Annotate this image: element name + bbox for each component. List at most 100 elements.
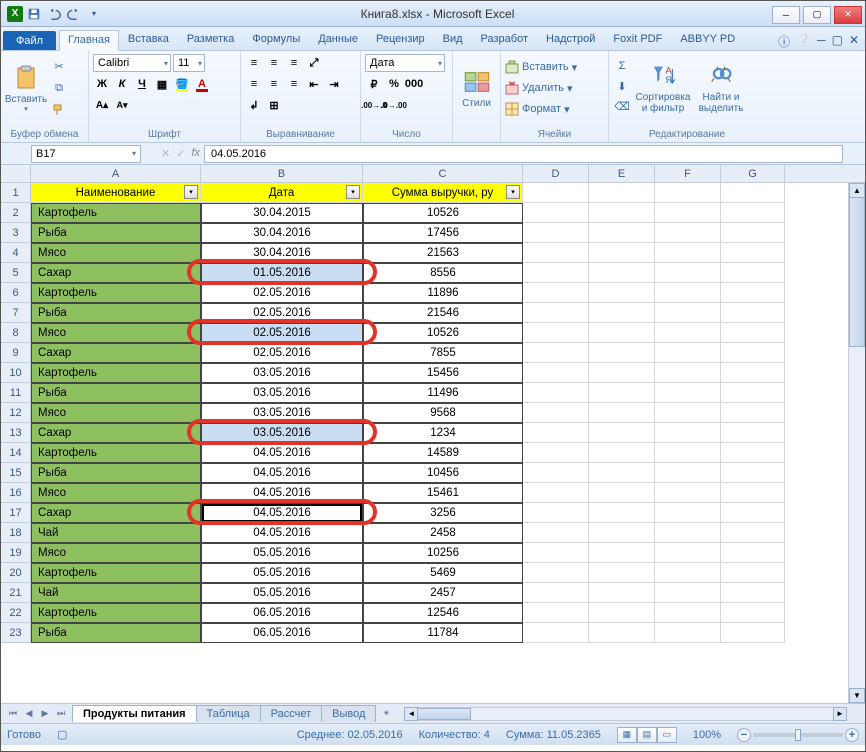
close-button[interactable]: ✕	[834, 6, 862, 24]
cell[interactable]: 05.05.2016	[201, 583, 363, 603]
cut-button[interactable]: ✂	[50, 57, 68, 75]
cell[interactable]: Мясо	[31, 323, 201, 343]
empty-cell[interactable]	[721, 183, 785, 203]
cell[interactable]: Рыба	[31, 623, 201, 643]
empty-cell[interactable]	[721, 383, 785, 403]
empty-cell[interactable]	[721, 343, 785, 363]
empty-cell[interactable]	[589, 443, 655, 463]
select-all-corner[interactable]	[1, 165, 31, 183]
increase-font-button[interactable]: A▴	[93, 96, 111, 114]
indent-inc-button[interactable]: ⇥	[325, 75, 343, 93]
fill-button[interactable]: ⬇	[613, 77, 631, 95]
tab-формулы[interactable]: Формулы	[243, 29, 309, 50]
empty-cell[interactable]	[589, 523, 655, 543]
cell[interactable]: Картофель	[31, 283, 201, 303]
font-name-combo[interactable]: Calibri	[93, 54, 171, 72]
styles-button[interactable]: Стили	[457, 54, 496, 122]
empty-cell[interactable]	[589, 343, 655, 363]
cell[interactable]: 11896	[363, 283, 523, 303]
delete-cells-button[interactable]: Удалить ▾	[505, 78, 573, 98]
cell[interactable]: 11784	[363, 623, 523, 643]
empty-cell[interactable]	[721, 423, 785, 443]
empty-cell[interactable]	[523, 263, 589, 283]
empty-cell[interactable]	[721, 363, 785, 383]
cell[interactable]: Сахар	[31, 503, 201, 523]
empty-cell[interactable]	[523, 343, 589, 363]
row-header[interactable]: 20	[1, 563, 31, 583]
empty-cell[interactable]	[721, 303, 785, 323]
empty-cell[interactable]	[721, 263, 785, 283]
cell[interactable]: Рыба	[31, 303, 201, 323]
cell[interactable]: 03.05.2016	[201, 383, 363, 403]
number-format-combo[interactable]: Дата	[365, 54, 445, 72]
cell[interactable]: Рыба	[31, 223, 201, 243]
empty-cell[interactable]	[523, 303, 589, 323]
empty-cell[interactable]	[589, 303, 655, 323]
cell[interactable]: 1234	[363, 423, 523, 443]
empty-cell[interactable]	[655, 183, 721, 203]
cell[interactable]: Мясо	[31, 243, 201, 263]
cell[interactable]: 3256	[363, 503, 523, 523]
col-header-A[interactable]: A	[31, 165, 201, 182]
cell[interactable]: 10526	[363, 203, 523, 223]
wrap-text-button[interactable]: ↲	[245, 96, 263, 114]
col-header-E[interactable]: E	[589, 165, 655, 182]
redo-button[interactable]	[65, 5, 83, 23]
cell[interactable]: 30.04.2016	[201, 243, 363, 263]
help-icon[interactable]: ❔	[796, 33, 811, 50]
empty-cell[interactable]	[721, 283, 785, 303]
empty-cell[interactable]	[655, 383, 721, 403]
align-right-button[interactable]: ≡	[285, 75, 303, 93]
cell[interactable]: Картофель	[31, 203, 201, 223]
row-header[interactable]: 6	[1, 283, 31, 303]
empty-cell[interactable]	[589, 283, 655, 303]
empty-cell[interactable]	[655, 243, 721, 263]
empty-cell[interactable]	[523, 323, 589, 343]
empty-cell[interactable]	[523, 483, 589, 503]
empty-cell[interactable]	[655, 223, 721, 243]
empty-cell[interactable]	[523, 203, 589, 223]
cell[interactable]: 21546	[363, 303, 523, 323]
currency-button[interactable]: ₽	[365, 75, 383, 93]
cell[interactable]: 02.05.2016	[201, 283, 363, 303]
empty-cell[interactable]	[589, 503, 655, 523]
row-header[interactable]: 12	[1, 403, 31, 423]
vertical-scrollbar[interactable]	[848, 183, 865, 703]
cell[interactable]: Рыба	[31, 463, 201, 483]
cell[interactable]: 7855	[363, 343, 523, 363]
row-header[interactable]: 17	[1, 503, 31, 523]
macro-record-icon[interactable]: ▢	[57, 728, 67, 741]
font-color-button[interactable]: A	[193, 75, 211, 93]
enter-formula-icon[interactable]: ✓	[176, 147, 185, 160]
undo-button[interactable]	[45, 5, 63, 23]
empty-cell[interactable]	[523, 443, 589, 463]
empty-cell[interactable]	[589, 603, 655, 623]
cell[interactable]: 03.05.2016	[201, 403, 363, 423]
font-size-combo[interactable]: 11	[173, 54, 205, 72]
tab-вид[interactable]: Вид	[434, 29, 472, 50]
percent-button[interactable]: %	[385, 75, 403, 93]
empty-cell[interactable]	[589, 423, 655, 443]
orientation-button[interactable]: ⤢	[305, 54, 323, 72]
view-normal-button[interactable]: ▦	[617, 727, 637, 743]
tab-file[interactable]: Файл	[3, 31, 56, 50]
cell[interactable]: 30.04.2016	[201, 223, 363, 243]
row-header[interactable]: 5	[1, 263, 31, 283]
clear-button[interactable]: ⌫	[613, 97, 631, 115]
cell[interactable]: 12546	[363, 603, 523, 623]
cell[interactable]: Мясо	[31, 403, 201, 423]
cell[interactable]: Чай	[31, 523, 201, 543]
row-header[interactable]: 14	[1, 443, 31, 463]
cell[interactable]: 2457	[363, 583, 523, 603]
bold-button[interactable]: Ж	[93, 75, 111, 93]
align-top-button[interactable]: ≡	[245, 54, 263, 72]
cell[interactable]: 15461	[363, 483, 523, 503]
empty-cell[interactable]	[655, 343, 721, 363]
empty-cell[interactable]	[655, 283, 721, 303]
cell[interactable]: 8556	[363, 263, 523, 283]
fx-icon[interactable]: fx	[191, 147, 200, 160]
sheet-nav-prev[interactable]: ◀	[21, 706, 37, 722]
filter-dropdown-icon[interactable]: ▾	[184, 185, 198, 199]
empty-cell[interactable]	[589, 183, 655, 203]
empty-cell[interactable]	[655, 523, 721, 543]
